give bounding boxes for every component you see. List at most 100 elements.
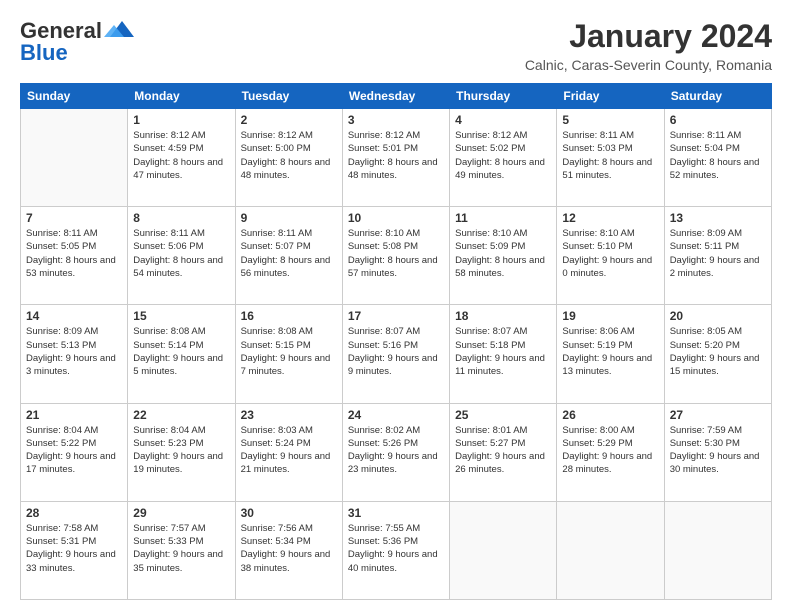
- day-number: 15: [133, 309, 229, 323]
- table-row: 26 Sunrise: 8:00 AMSunset: 5:29 PMDayligh…: [557, 403, 664, 501]
- table-row: 5Sunrise: 8:11 AMSunset: 5:03 PMDaylight…: [557, 109, 664, 207]
- table-row: 9Sunrise: 8:11 AMSunset: 5:07 PMDaylight…: [235, 207, 342, 305]
- day-info: Sunrise: 8:08 AMSunset: 5:15 PMDaylight:…: [241, 325, 337, 378]
- day-info: Sunrise: 8:00 AMSunset: 5:29 PMDaylight:…: [562, 424, 658, 477]
- table-row: 29 Sunrise: 7:57 AMSunset: 5:33 PMDayligh…: [128, 501, 235, 599]
- title-block: January 2024 Calnic, Caras-Severin Count…: [525, 18, 772, 73]
- table-row: 13Sunrise: 8:09 AMSunset: 5:11 PMDayligh…: [664, 207, 771, 305]
- table-row: [557, 501, 664, 599]
- table-row: [664, 501, 771, 599]
- day-number: 17: [348, 309, 444, 323]
- day-info: Sunrise: 8:02 AMSunset: 5:26 PMDaylight:…: [348, 424, 444, 477]
- day-number: 30: [241, 506, 337, 520]
- table-row: 24 Sunrise: 8:02 AMSunset: 5:26 PMDayligh…: [342, 403, 449, 501]
- col-tuesday: Tuesday: [235, 84, 342, 109]
- day-info: Sunrise: 7:55 AMSunset: 5:36 PMDaylight:…: [348, 522, 444, 575]
- table-row: 22Sunrise: 8:04 AMSunset: 5:23 PMDayligh…: [128, 403, 235, 501]
- day-number: 1: [133, 113, 229, 127]
- day-info: Sunrise: 8:07 AMSunset: 5:18 PMDaylight:…: [455, 325, 551, 378]
- day-info: Sunrise: 8:11 AMSunset: 5:06 PMDaylight:…: [133, 227, 229, 280]
- logo-blue: Blue: [20, 40, 68, 66]
- day-number: 8: [133, 211, 229, 225]
- day-info: Sunrise: 8:10 AMSunset: 5:08 PMDaylight:…: [348, 227, 444, 280]
- table-row: 8 Sunrise: 8:11 AMSunset: 5:06 PMDaylight…: [128, 207, 235, 305]
- day-info: Sunrise: 7:56 AMSunset: 5:34 PMDaylight:…: [241, 522, 337, 575]
- day-number: 20: [670, 309, 766, 323]
- day-info: Sunrise: 8:12 AMSunset: 4:59 PMDaylight:…: [133, 129, 229, 182]
- table-row: 31 Sunrise: 7:55 AMSunset: 5:36 PMDayligh…: [342, 501, 449, 599]
- col-saturday: Saturday: [664, 84, 771, 109]
- calendar-week-row: 1 Sunrise: 8:12 AMSunset: 4:59 PMDaylight…: [21, 109, 772, 207]
- table-row: 21Sunrise: 8:04 AMSunset: 5:22 PMDayligh…: [21, 403, 128, 501]
- day-number: 16: [241, 309, 337, 323]
- day-number: 3: [348, 113, 444, 127]
- table-row: 19 Sunrise: 8:06 AMSunset: 5:19 PMDayligh…: [557, 305, 664, 403]
- day-number: 19: [562, 309, 658, 323]
- table-row: 18Sunrise: 8:07 AMSunset: 5:18 PMDayligh…: [450, 305, 557, 403]
- day-number: 7: [26, 211, 122, 225]
- day-number: 31: [348, 506, 444, 520]
- table-row: 27 Sunrise: 7:59 AMSunset: 5:30 PMDayligh…: [664, 403, 771, 501]
- table-row: 20 Sunrise: 8:05 AMSunset: 5:20 PMDayligh…: [664, 305, 771, 403]
- day-number: 28: [26, 506, 122, 520]
- table-row: 23Sunrise: 8:03 AMSunset: 5:24 PMDayligh…: [235, 403, 342, 501]
- day-info: Sunrise: 8:10 AMSunset: 5:09 PMDaylight:…: [455, 227, 551, 280]
- day-info: Sunrise: 8:12 AMSunset: 5:02 PMDaylight:…: [455, 129, 551, 182]
- table-row: [450, 501, 557, 599]
- day-info: Sunrise: 7:57 AMSunset: 5:33 PMDaylight:…: [133, 522, 229, 575]
- table-row: 17 Sunrise: 8:07 AMSunset: 5:16 PMDayligh…: [342, 305, 449, 403]
- day-info: Sunrise: 8:01 AMSunset: 5:27 PMDaylight:…: [455, 424, 551, 477]
- day-number: 2: [241, 113, 337, 127]
- day-info: Sunrise: 8:05 AMSunset: 5:20 PMDaylight:…: [670, 325, 766, 378]
- calendar-body: 1 Sunrise: 8:12 AMSunset: 4:59 PMDaylight…: [21, 109, 772, 600]
- table-row: 14Sunrise: 8:09 AMSunset: 5:13 PMDayligh…: [21, 305, 128, 403]
- logo-icon: [104, 19, 134, 41]
- table-row: 25 Sunrise: 8:01 AMSunset: 5:27 PMDayligh…: [450, 403, 557, 501]
- table-row: 6 Sunrise: 8:11 AMSunset: 5:04 PMDaylight…: [664, 109, 771, 207]
- day-number: 24: [348, 408, 444, 422]
- day-number: 27: [670, 408, 766, 422]
- day-info: Sunrise: 8:09 AMSunset: 5:13 PMDaylight:…: [26, 325, 122, 378]
- calendar-title: January 2024: [525, 18, 772, 55]
- table-row: 7Sunrise: 8:11 AMSunset: 5:05 PMDaylight…: [21, 207, 128, 305]
- table-row: 28 Sunrise: 7:58 AMSunset: 5:31 PMDayligh…: [21, 501, 128, 599]
- calendar-header-row: Sunday Monday Tuesday Wednesday Thursday…: [21, 84, 772, 109]
- day-info: Sunrise: 8:06 AMSunset: 5:19 PMDaylight:…: [562, 325, 658, 378]
- table-row: 3 Sunrise: 8:12 AMSunset: 5:01 PMDaylight…: [342, 109, 449, 207]
- calendar-week-row: 14Sunrise: 8:09 AMSunset: 5:13 PMDayligh…: [21, 305, 772, 403]
- page: General Blue January 2024 Calnic, Caras-…: [0, 0, 792, 612]
- day-info: Sunrise: 7:58 AMSunset: 5:31 PMDaylight:…: [26, 522, 122, 575]
- day-number: 26: [562, 408, 658, 422]
- table-row: 30 Sunrise: 7:56 AMSunset: 5:34 PMDayligh…: [235, 501, 342, 599]
- table-row: 1 Sunrise: 8:12 AMSunset: 4:59 PMDaylight…: [128, 109, 235, 207]
- day-number: 12: [562, 211, 658, 225]
- col-friday: Friday: [557, 84, 664, 109]
- day-number: 29: [133, 506, 229, 520]
- calendar-table: Sunday Monday Tuesday Wednesday Thursday…: [20, 83, 772, 600]
- calendar-week-row: 7Sunrise: 8:11 AMSunset: 5:05 PMDaylight…: [21, 207, 772, 305]
- col-monday: Monday: [128, 84, 235, 109]
- day-number: 5: [562, 113, 658, 127]
- table-row: 15Sunrise: 8:08 AMSunset: 5:14 PMDayligh…: [128, 305, 235, 403]
- day-info: Sunrise: 7:59 AMSunset: 5:30 PMDaylight:…: [670, 424, 766, 477]
- table-row: [21, 109, 128, 207]
- table-row: 10Sunrise: 8:10 AMSunset: 5:08 PMDayligh…: [342, 207, 449, 305]
- day-info: Sunrise: 8:11 AMSunset: 5:07 PMDaylight:…: [241, 227, 337, 280]
- col-thursday: Thursday: [450, 84, 557, 109]
- day-number: 4: [455, 113, 551, 127]
- day-number: 25: [455, 408, 551, 422]
- day-info: Sunrise: 8:10 AMSunset: 5:10 PMDaylight:…: [562, 227, 658, 280]
- day-info: Sunrise: 8:07 AMSunset: 5:16 PMDaylight:…: [348, 325, 444, 378]
- table-row: 4 Sunrise: 8:12 AMSunset: 5:02 PMDaylight…: [450, 109, 557, 207]
- col-wednesday: Wednesday: [342, 84, 449, 109]
- day-info: Sunrise: 8:12 AMSunset: 5:01 PMDaylight:…: [348, 129, 444, 182]
- day-number: 21: [26, 408, 122, 422]
- table-row: 16 Sunrise: 8:08 AMSunset: 5:15 PMDayligh…: [235, 305, 342, 403]
- day-info: Sunrise: 8:11 AMSunset: 5:04 PMDaylight:…: [670, 129, 766, 182]
- header: General Blue January 2024 Calnic, Caras-…: [20, 18, 772, 73]
- day-info: Sunrise: 8:12 AMSunset: 5:00 PMDaylight:…: [241, 129, 337, 182]
- calendar-week-row: 21Sunrise: 8:04 AMSunset: 5:22 PMDayligh…: [21, 403, 772, 501]
- day-number: 13: [670, 211, 766, 225]
- day-number: 6: [670, 113, 766, 127]
- table-row: 11Sunrise: 8:10 AMSunset: 5:09 PMDayligh…: [450, 207, 557, 305]
